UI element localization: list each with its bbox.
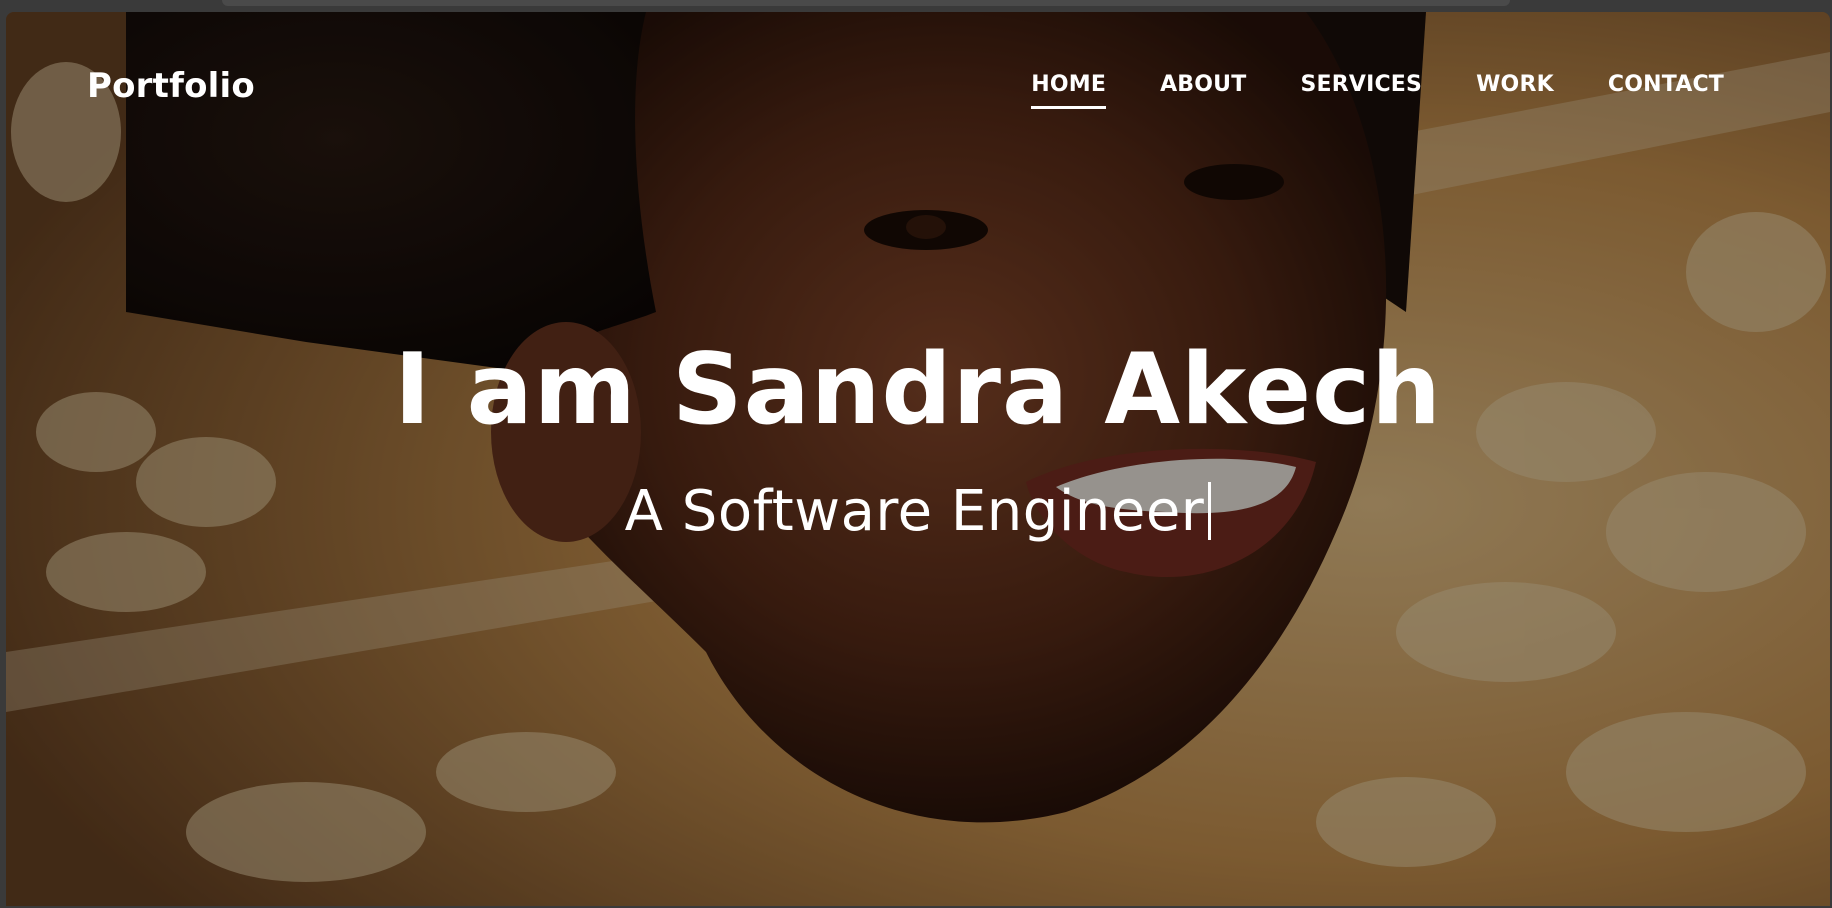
- top-navbar: Portfolio HOME ABOUT SERVICES WORK CONTA…: [6, 12, 1830, 162]
- nav-link-about[interactable]: ABOUT: [1160, 72, 1246, 107]
- nav-link-work[interactable]: WORK: [1476, 72, 1554, 107]
- nav-link-home[interactable]: HOME: [1031, 72, 1106, 109]
- hero-section: Portfolio HOME ABOUT SERVICES WORK CONTA…: [6, 12, 1830, 906]
- hero-text-block: I am Sandra Akech A Software Engineer: [6, 333, 1830, 544]
- browser-window: Portfolio HOME ABOUT SERVICES WORK CONTA…: [0, 0, 1832, 908]
- hero-title: I am Sandra Akech: [394, 333, 1442, 447]
- nav-link-services[interactable]: SERVICES: [1300, 72, 1422, 107]
- nav-link-contact[interactable]: CONTACT: [1608, 72, 1724, 107]
- site-logo[interactable]: Portfolio: [87, 66, 255, 106]
- window-top-strip: [222, 0, 1510, 6]
- hero-subtitle: A Software Engineer: [624, 478, 1205, 544]
- nav-links: HOME ABOUT SERVICES WORK CONTACT: [1031, 72, 1724, 109]
- hero-subtitle-line: A Software Engineer: [6, 478, 1830, 544]
- typing-caret: [1208, 481, 1212, 540]
